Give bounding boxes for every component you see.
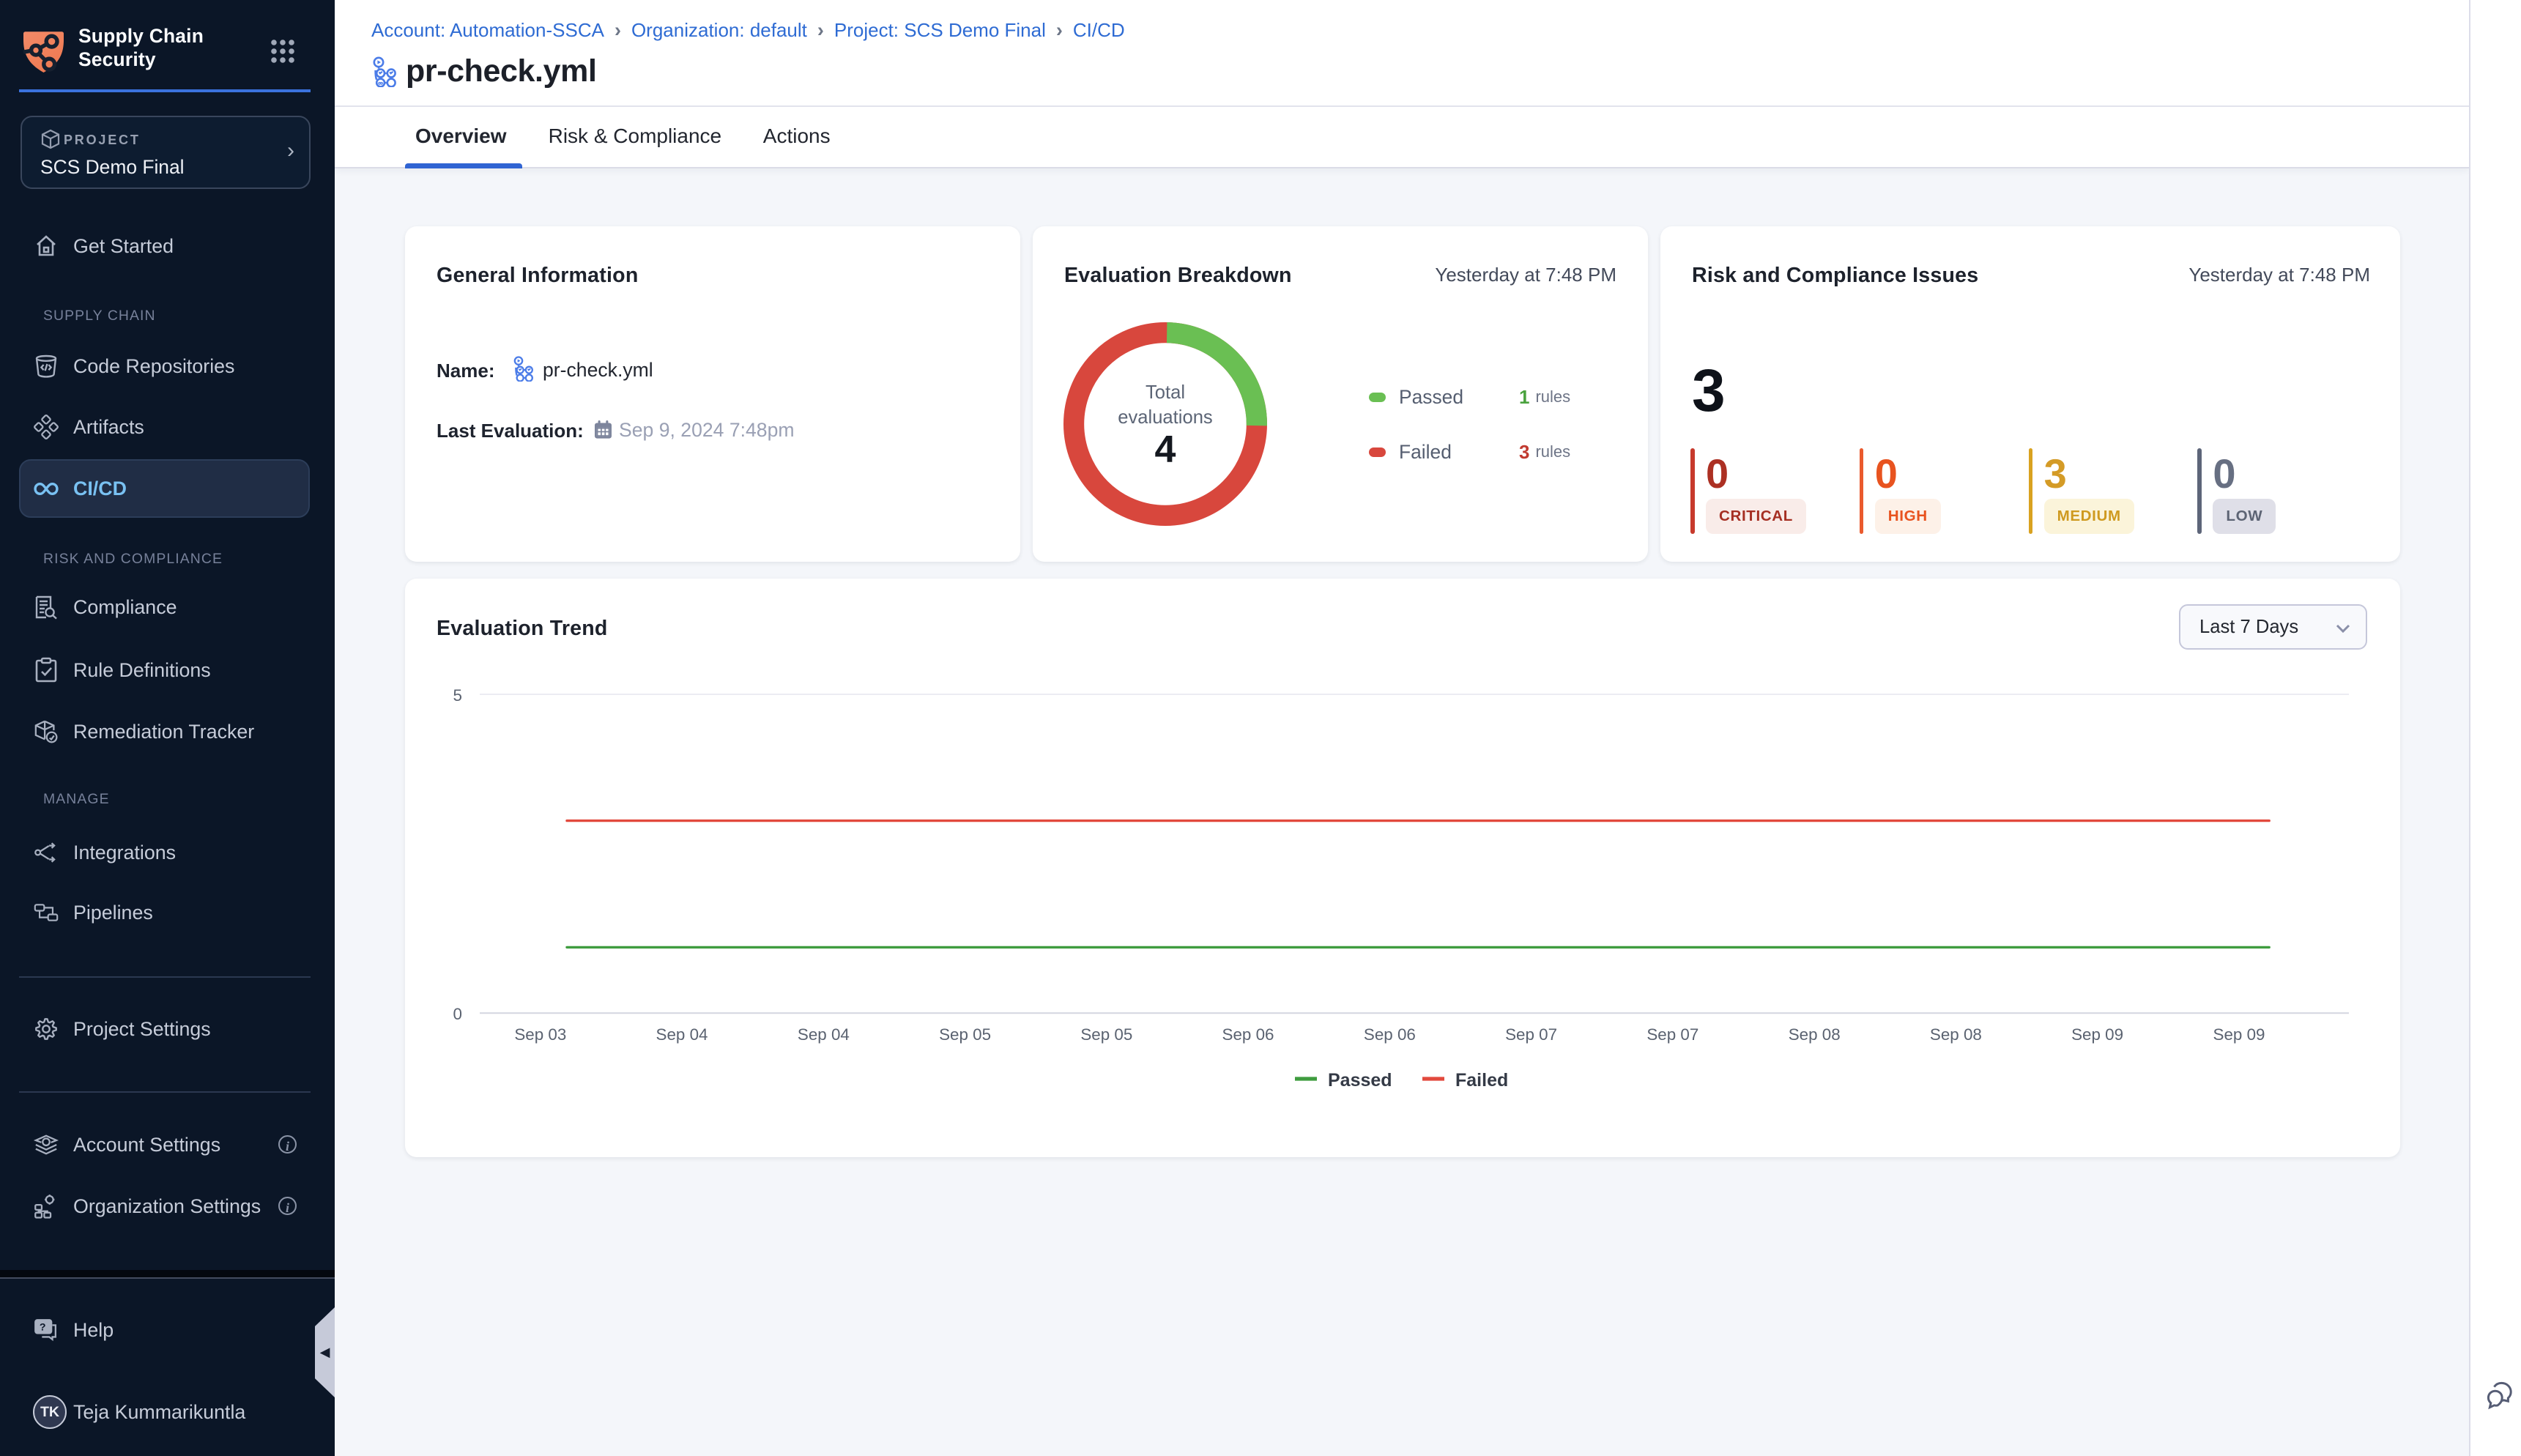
svg-text:Sep 05: Sep 05 <box>939 1025 991 1044</box>
svg-text:evaluations: evaluations <box>1118 407 1212 428</box>
svg-text:Sep 06: Sep 06 <box>1364 1025 1416 1044</box>
svg-text:Sep 08: Sep 08 <box>1789 1025 1841 1044</box>
svg-text:Sep 04: Sep 04 <box>798 1025 850 1044</box>
svg-text:Sep 05: Sep 05 <box>1080 1025 1132 1044</box>
svg-text:Sep 09: Sep 09 <box>2213 1025 2265 1044</box>
svg-text:Sep 08: Sep 08 <box>1930 1025 1982 1044</box>
svg-text:Sep 04: Sep 04 <box>656 1025 708 1044</box>
svg-text:Sep 07: Sep 07 <box>1505 1025 1557 1044</box>
svg-text:?: ? <box>40 1322 46 1334</box>
svg-text:Sep 09: Sep 09 <box>2071 1025 2123 1044</box>
svg-text:5: 5 <box>453 686 462 705</box>
svg-text:Sep 03: Sep 03 <box>514 1025 566 1044</box>
svg-text:Sep 06: Sep 06 <box>1222 1025 1274 1044</box>
svg-text:Sep 07: Sep 07 <box>1646 1025 1698 1044</box>
svg-text:Failed: Failed <box>1455 1070 1508 1091</box>
svg-text:4: 4 <box>1155 428 1176 471</box>
svg-text:Passed: Passed <box>1328 1070 1392 1091</box>
svg-text:0: 0 <box>453 1005 462 1023</box>
svg-text:Total: Total <box>1146 382 1185 403</box>
